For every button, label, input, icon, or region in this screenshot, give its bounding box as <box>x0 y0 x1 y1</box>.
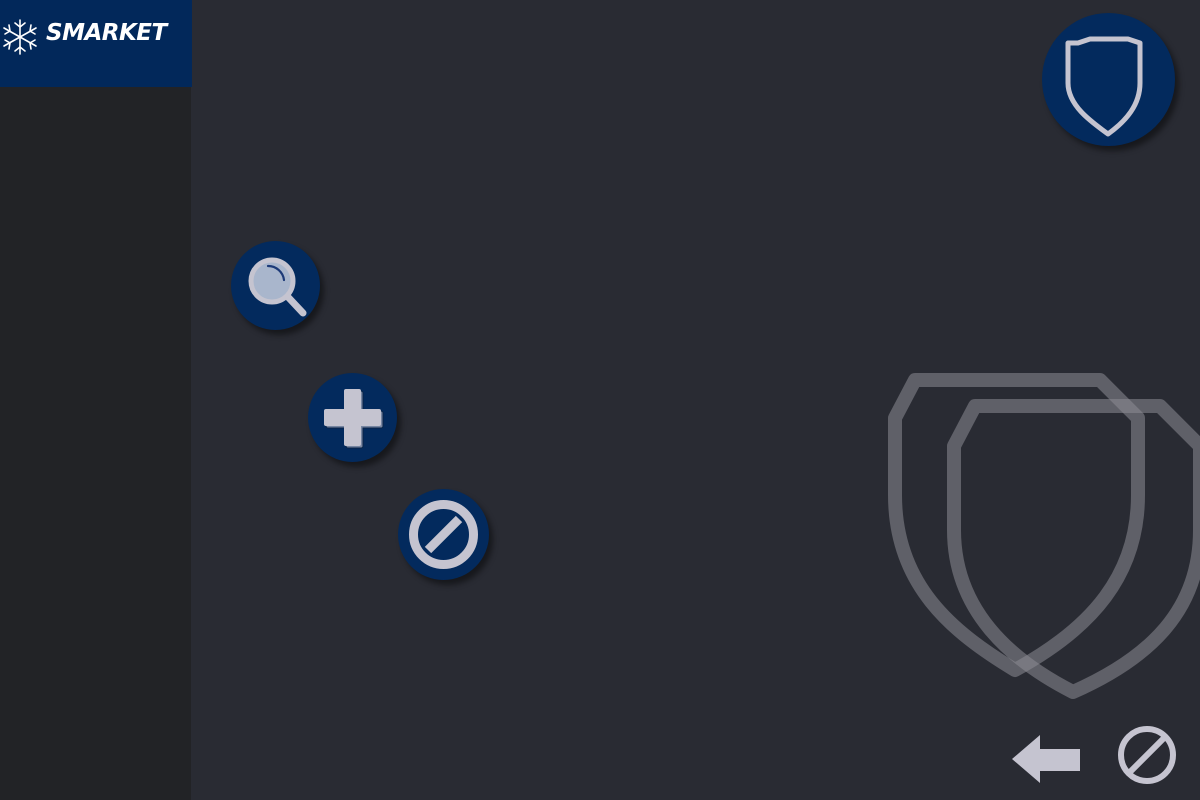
search-icon <box>248 257 307 317</box>
app-window: SMARKET <box>0 0 1200 800</box>
shield-icon <box>1065 36 1143 137</box>
plus-icon <box>324 389 384 449</box>
block-button[interactable] <box>398 489 489 580</box>
shield-button[interactable] <box>1042 13 1175 146</box>
prohibited-icon[interactable] <box>1116 724 1178 786</box>
brand-name: SMARKET <box>46 20 167 46</box>
prohibited-icon <box>409 500 478 569</box>
add-button[interactable] <box>308 373 397 462</box>
brand-header[interactable]: SMARKET <box>0 0 192 87</box>
snowflake-icon <box>3 19 37 55</box>
sidebar <box>0 0 191 800</box>
arrow-left-icon[interactable] <box>1010 733 1082 785</box>
background-shields-decoration <box>888 373 1200 699</box>
search-button[interactable] <box>231 241 320 330</box>
